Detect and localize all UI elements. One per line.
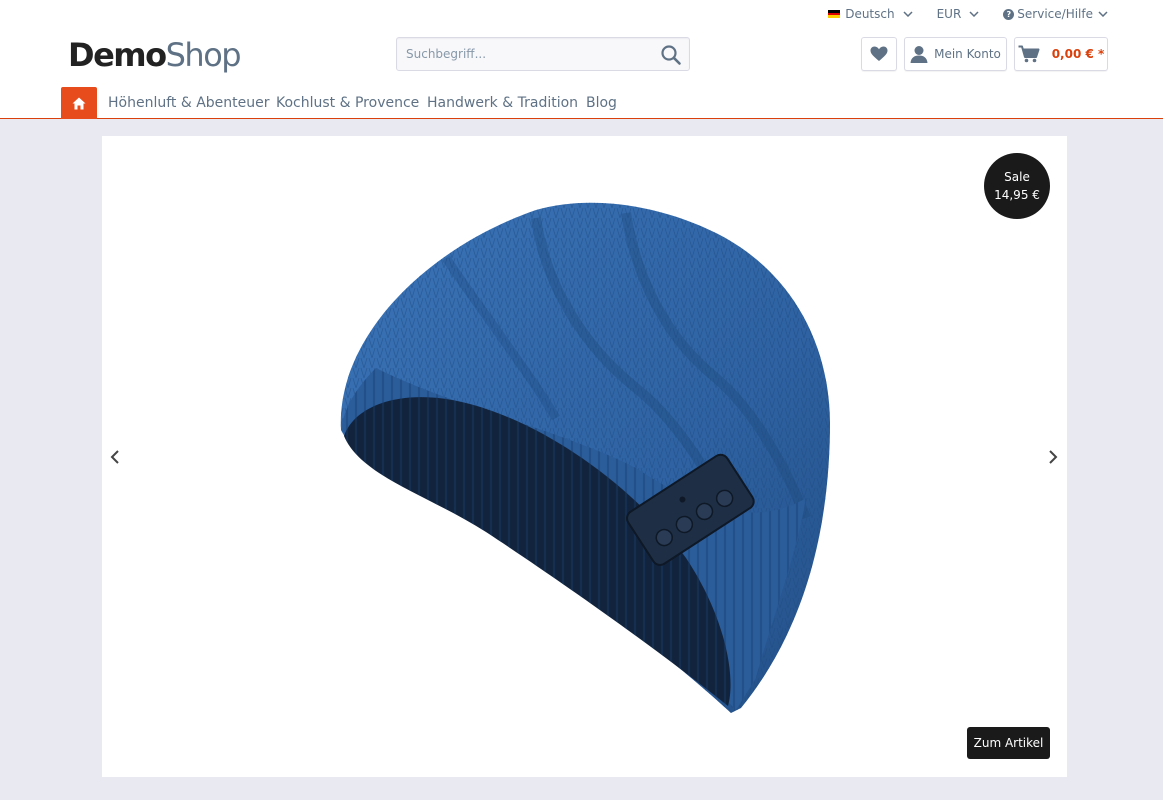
account-button[interactable]: Mein Konto xyxy=(904,37,1007,71)
question-circle-icon: ? xyxy=(1003,8,1015,20)
chevron-down-icon xyxy=(1098,11,1108,17)
service-menu[interactable]: ? Service/Hilfe xyxy=(1003,7,1108,21)
site-header: Deutsch EUR ? Service/Hilfe DemoShop Mei… xyxy=(0,0,1163,119)
home-button[interactable] xyxy=(61,87,97,119)
search-icon[interactable] xyxy=(660,44,682,66)
nav-item-kochlust[interactable]: Kochlust & Provence xyxy=(276,95,419,111)
home-icon xyxy=(72,97,86,109)
to-article-button[interactable]: Zum Artikel xyxy=(967,727,1050,759)
german-flag-icon xyxy=(828,10,841,19)
sale-badge: Sale 14,95 € xyxy=(984,153,1050,219)
language-label: Deutsch xyxy=(845,7,895,21)
chevron-down-icon xyxy=(903,11,913,17)
product-slider: Sale 14,95 € Zum Artikel xyxy=(102,136,1067,777)
main-navigation: Höhenluft & Abenteuer Kochlust & Provenc… xyxy=(0,87,1163,119)
search-box xyxy=(396,37,690,71)
top-bar: Deutsch EUR ? Service/Hilfe xyxy=(804,0,1108,28)
slider-prev-arrow[interactable] xyxy=(108,449,122,465)
shop-logo[interactable]: DemoShop xyxy=(68,36,242,74)
logo-bold: Demo xyxy=(68,36,167,74)
wishlist-button[interactable] xyxy=(861,37,897,71)
currency-label: EUR xyxy=(936,7,962,21)
nav-item-blog[interactable]: Blog xyxy=(586,95,617,111)
slider-next-arrow[interactable] xyxy=(1046,449,1060,465)
service-label: Service/Hilfe xyxy=(1017,7,1093,21)
sale-badge-price: 14,95 € xyxy=(994,188,1040,202)
beanie-product-image[interactable] xyxy=(336,198,836,718)
nav-item-handwerk[interactable]: Handwerk & Tradition xyxy=(427,95,578,111)
nav-item-hoehenluft[interactable]: Höhenluft & Abenteuer xyxy=(108,95,270,111)
user-icon xyxy=(910,46,928,63)
sale-badge-title: Sale xyxy=(1004,170,1030,184)
search-input[interactable] xyxy=(397,38,647,70)
logo-light: Shop xyxy=(165,36,242,74)
language-switcher[interactable]: Deutsch xyxy=(828,7,913,21)
account-label: Mein Konto xyxy=(934,47,1001,61)
cart-button[interactable]: 0,00 € * xyxy=(1014,37,1108,71)
cart-amount: 0,00 € * xyxy=(1051,47,1105,61)
chevron-down-icon xyxy=(969,11,979,17)
heart-icon xyxy=(870,46,888,61)
currency-switcher[interactable]: EUR xyxy=(937,7,980,21)
cart-icon xyxy=(1018,45,1040,63)
